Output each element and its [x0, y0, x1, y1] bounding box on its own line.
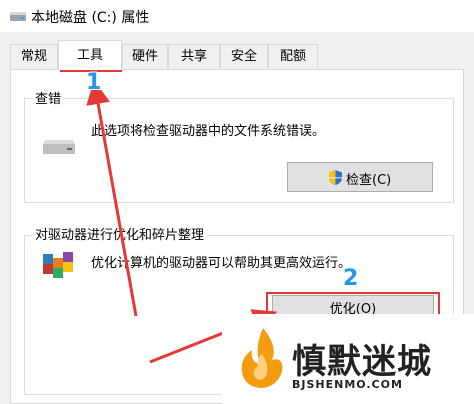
tab-quota[interactable]: 配额 [268, 44, 318, 68]
check-button-label: 检查(C) [346, 173, 392, 188]
tab-tools[interactable]: 工具 [58, 40, 122, 70]
check-button[interactable]: 检查(C) [287, 162, 433, 192]
window-title: 本地磁盘 (C:) 属性 [31, 10, 150, 26]
drive-icon [10, 12, 26, 21]
watermark: 慎默迷城 BJSHENMO.COM [222, 314, 474, 404]
error-check-title: 查错 [33, 88, 64, 107]
watermark-text: 慎默迷城 [292, 342, 432, 382]
defrag-icon [43, 252, 73, 278]
step-2-badge: 2 [343, 266, 359, 291]
title-bar: 本地磁盘 (C:) 属性 [0, 0, 474, 32]
flame-logo-icon [241, 328, 283, 388]
tab-security[interactable]: 安全 [220, 44, 268, 68]
optimize-description: 优化计算机的驱动器可以帮助其更高效运行。 [91, 256, 352, 271]
watermark-subtext: BJSHENMO.COM [292, 378, 403, 391]
tab-strip: 常规 工具 硬件 共享 安全 配额 [0, 40, 474, 70]
tab-general[interactable]: 常规 [10, 44, 58, 68]
tab-sharing[interactable]: 共享 [168, 44, 220, 68]
tab-hardware[interactable]: 硬件 [122, 44, 168, 68]
error-check-description: 此选项将检查驱动器中的文件系统错误。 [91, 124, 326, 139]
step-1-badge: 1 [86, 70, 102, 95]
uac-shield-icon [329, 170, 342, 185]
hard-drive-icon [43, 140, 75, 154]
optimize-title: 对驱动器进行优化和碎片整理 [33, 224, 207, 243]
